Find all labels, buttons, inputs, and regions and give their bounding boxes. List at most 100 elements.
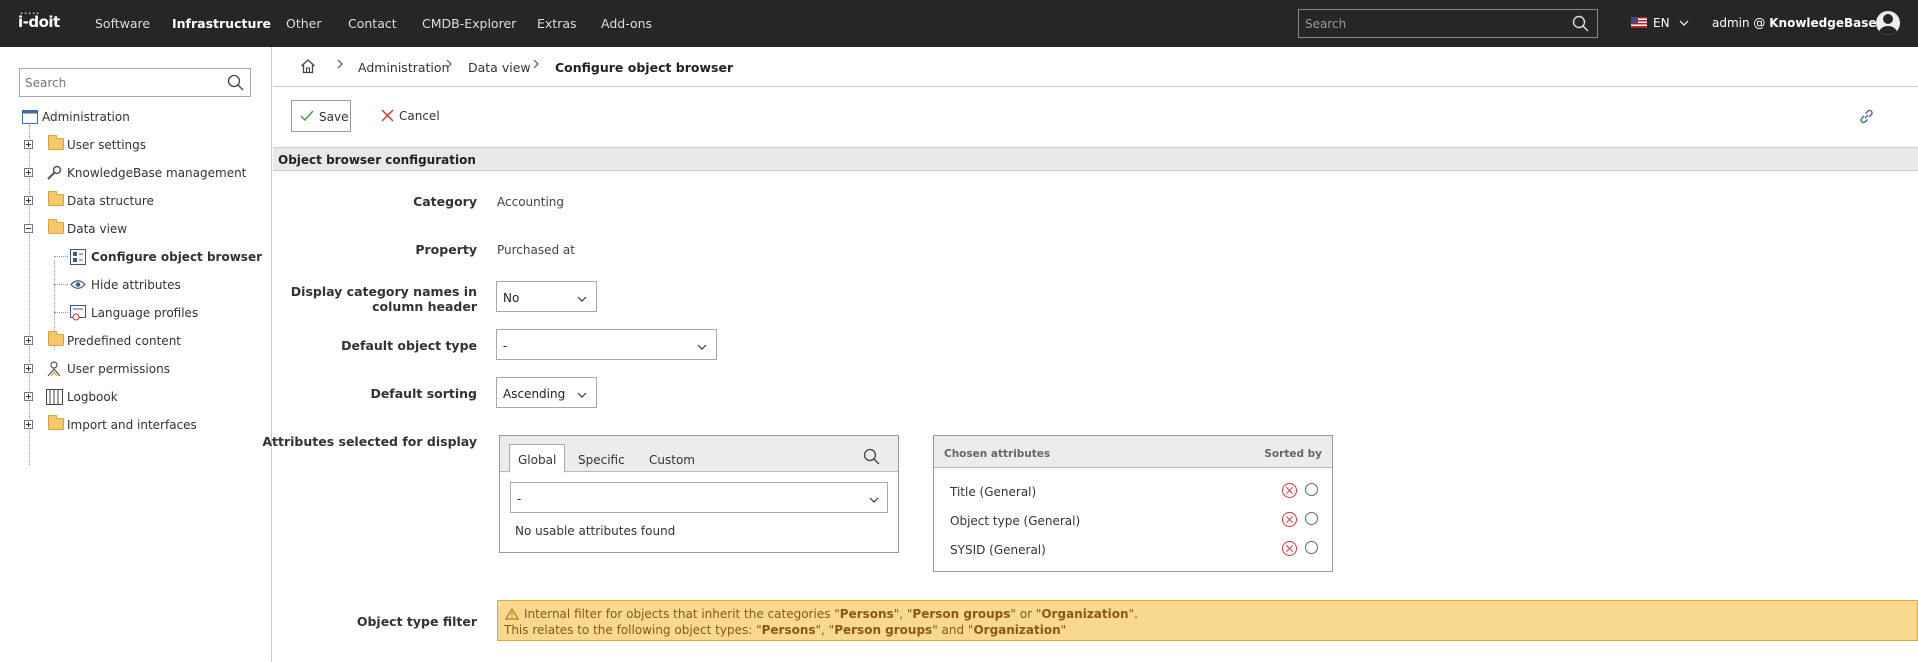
- tree-line: [54, 284, 68, 285]
- sidebar-item-import-and-interfaces[interactable]: Import and interfaces: [24, 415, 244, 435]
- remove-icon[interactable]: [1282, 483, 1297, 498]
- sidebar-item-label: Administration: [42, 110, 130, 124]
- save-label: Save: [319, 110, 349, 124]
- sort-radio[interactable]: [1305, 512, 1318, 525]
- expand-icon[interactable]: [24, 336, 33, 345]
- nav-software[interactable]: Software: [95, 16, 150, 31]
- global-search-input[interactable]: Search: [1298, 9, 1598, 38]
- tab-global[interactable]: Global: [509, 444, 566, 473]
- sidebar-item-knowledgebase-management[interactable]: KnowledgeBase management: [24, 163, 264, 183]
- breadcrumb-data-view[interactable]: Data view: [468, 60, 531, 75]
- sidebar-item-administration[interactable]: Administration: [22, 107, 222, 127]
- folder-icon: [48, 331, 64, 346]
- chevron-down-icon: [1679, 16, 1689, 30]
- default-object-type-select[interactable]: -: [496, 329, 717, 360]
- default-object-type-value: -: [503, 339, 508, 353]
- checkmark-icon: [300, 110, 314, 125]
- chosen-attributes-panel: Chosen attributes Sorted by Title (Gener…: [933, 435, 1333, 572]
- cancel-button[interactable]: Cancel: [375, 100, 441, 132]
- chevron-right-icon: [445, 58, 453, 74]
- wrench-icon: [46, 165, 62, 184]
- section-header: Object browser configuration: [273, 147, 1918, 171]
- remove-icon[interactable]: [1282, 541, 1297, 556]
- attribute-category-value: -: [517, 492, 522, 506]
- chosen-attribute-row[interactable]: SYSID (General): [934, 535, 1332, 564]
- attribute-chooser: Global Specific Custom - No usable attri…: [499, 435, 899, 553]
- remove-icon[interactable]: [1282, 512, 1297, 527]
- sort-radio[interactable]: [1305, 541, 1318, 554]
- breadcrumb-current: Configure object browser: [555, 60, 734, 75]
- folder-icon: [48, 191, 64, 206]
- language-code: EN: [1653, 16, 1670, 30]
- tab-custom[interactable]: Custom: [641, 445, 703, 472]
- breadcrumb-administration[interactable]: Administration: [358, 60, 449, 75]
- search-icon[interactable]: [863, 448, 880, 468]
- attributes-selected-label: Attributes selected for display: [262, 434, 477, 449]
- search-icon[interactable]: [227, 74, 244, 94]
- attribute-tabs: Global Specific Custom: [500, 436, 898, 473]
- chevron-down-icon: [577, 388, 587, 402]
- expand-icon[interactable]: [24, 196, 33, 205]
- sidebar-item-user-settings[interactable]: User settings: [24, 135, 244, 155]
- app-logo[interactable]: ····· i-doit: [18, 9, 60, 31]
- tab-specific[interactable]: Specific: [570, 445, 633, 472]
- property-label: Property: [415, 242, 477, 257]
- save-button[interactable]: Save: [291, 100, 351, 132]
- default-sorting-value: Ascending: [503, 387, 566, 401]
- no-attributes-message: No usable attributes found: [515, 524, 676, 538]
- sort-radio[interactable]: [1305, 483, 1318, 496]
- section-title: Object browser configuration: [278, 153, 476, 167]
- sidebar-item-label: Data view: [67, 222, 128, 236]
- link-icon[interactable]: [1858, 108, 1875, 128]
- attribute-category-select[interactable]: -: [510, 482, 888, 513]
- expand-icon[interactable]: [24, 364, 33, 373]
- sidebar-item-user-permissions[interactable]: User permissions: [24, 359, 244, 379]
- chosen-attribute-row[interactable]: Title (General): [934, 477, 1332, 506]
- object-type-filter-label: Object type filter: [356, 614, 477, 629]
- nav-cmdb-explorer[interactable]: CMDB-Explorer: [422, 16, 516, 31]
- home-icon[interactable]: [300, 58, 316, 77]
- sidebar-item-label: Predefined content: [67, 334, 181, 348]
- user-menu[interactable]: admin @ KnowledgeBase: [1712, 16, 1877, 30]
- tree-line: [54, 312, 68, 313]
- folder-icon: [48, 135, 64, 150]
- folder-icon: [48, 415, 64, 430]
- default-sorting-select[interactable]: Ascending: [496, 377, 597, 408]
- chosen-attributes-header: Chosen attributes Sorted by: [934, 436, 1332, 468]
- property-value: Purchased at: [497, 243, 575, 257]
- expand-icon[interactable]: [24, 420, 33, 429]
- sidebar-item-label: Import and interfaces: [67, 418, 197, 432]
- sidebar-item-label: Data structure: [67, 194, 154, 208]
- global-search-placeholder: Search: [1305, 17, 1347, 31]
- expand-icon[interactable]: [24, 392, 33, 401]
- chevron-right-icon: [336, 58, 344, 74]
- language-selector[interactable]: EN: [1631, 16, 1689, 30]
- collapse-icon[interactable]: [24, 224, 33, 233]
- chosen-attribute-name: Object type (General): [950, 514, 1081, 528]
- category-value: Accounting: [497, 195, 565, 209]
- display-category-names-select[interactable]: No: [496, 281, 597, 312]
- sidebar-search-input[interactable]: Search: [19, 68, 251, 97]
- chosen-attribute-row[interactable]: Object type (General): [934, 506, 1332, 535]
- nav-other[interactable]: Other: [286, 16, 322, 31]
- user-tenant: KnowledgeBase: [1769, 16, 1877, 30]
- search-icon[interactable]: [1572, 15, 1589, 35]
- sidebar-item-label: KnowledgeBase management: [67, 166, 247, 180]
- default-object-type-label: Default object type: [341, 338, 477, 353]
- display-category-names-value: No: [503, 291, 520, 305]
- expand-icon[interactable]: [24, 168, 33, 177]
- user-permissions-icon: [46, 361, 63, 380]
- user-name: admin @: [1712, 16, 1770, 30]
- avatar-icon[interactable]: [1876, 11, 1900, 35]
- chevron-right-icon: [532, 58, 540, 74]
- expand-icon[interactable]: [24, 140, 33, 149]
- close-icon: [381, 109, 394, 125]
- warning-line-1: Internal filter for objects that inherit…: [524, 607, 1138, 621]
- nav-contact[interactable]: Contact: [348, 16, 397, 31]
- nav-extras[interactable]: Extras: [537, 16, 577, 31]
- nav-add-ons[interactable]: Add-ons: [601, 16, 652, 31]
- sidebar-item-data-view[interactable]: Data view: [24, 219, 244, 239]
- chosen-attribute-name: Title (General): [950, 485, 1037, 499]
- nav-infrastructure[interactable]: Infrastructure: [172, 16, 271, 31]
- chevron-down-icon: [869, 493, 879, 507]
